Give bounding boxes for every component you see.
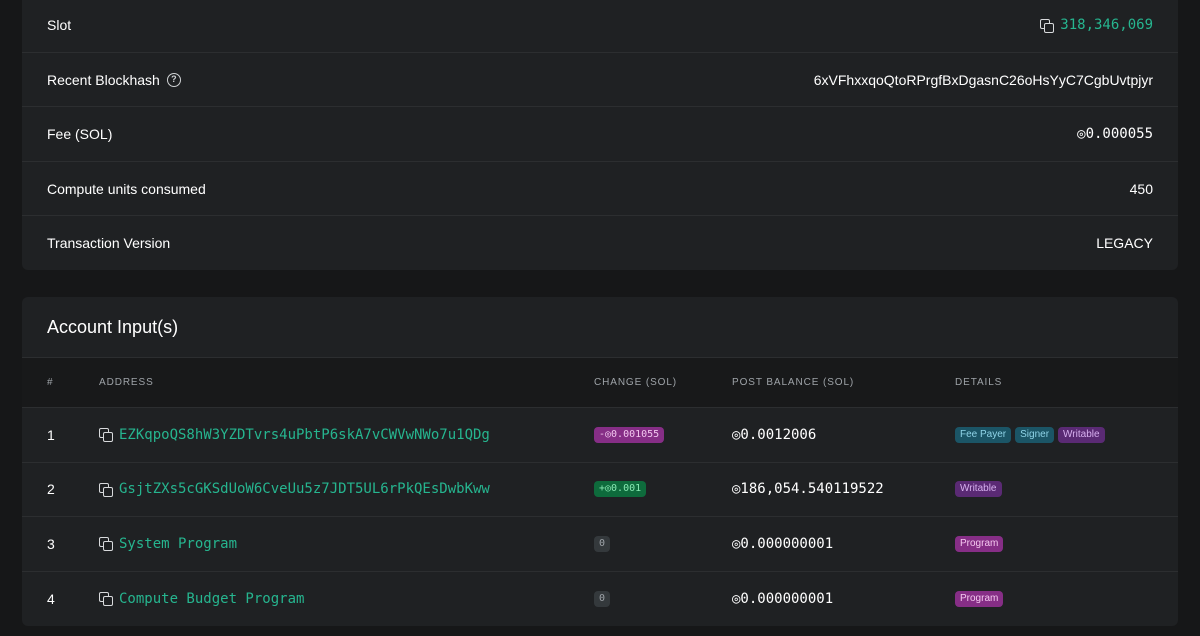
post-balance: ◎0.000000001: [732, 590, 834, 607]
col-details: DETAILS: [955, 377, 1003, 388]
fee-label: Fee (SOL): [47, 125, 113, 142]
copy-icon[interactable]: [99, 537, 113, 552]
compute-units-label: Compute units consumed: [47, 180, 206, 197]
copy-icon[interactable]: [99, 482, 113, 497]
col-post-balance: POST BALANCE (SOL): [732, 377, 855, 388]
copy-icon[interactable]: [1040, 18, 1055, 33]
address-link[interactable]: Compute Budget Program: [119, 591, 304, 607]
col-address: ADDRESS: [99, 377, 154, 388]
slot-link[interactable]: 318,346,069: [1060, 17, 1153, 33]
blockhash-label: Recent Blockhash ?: [47, 72, 181, 88]
blockhash-label-text: Recent Blockhash: [47, 71, 160, 88]
copy-icon[interactable]: [99, 428, 113, 443]
post-balance: ◎0.0012006: [732, 426, 817, 443]
table-row: 3 System Program 0 ◎0.000000001 Program: [22, 517, 1178, 572]
slot-label: Slot: [47, 17, 72, 33]
version-row: Transaction Version LEGACY: [22, 215, 1178, 269]
change-cell: 0: [594, 517, 611, 571]
address-link[interactable]: EZKqpoQS8hW3YZDTvrs4uPbtP6skA7vCWVwNWo7u…: [119, 427, 490, 443]
version-label: Transaction Version: [47, 234, 171, 251]
details-cell: Program: [955, 572, 1004, 627]
version-value: LEGACY: [1096, 234, 1153, 251]
writable-badge: Writable: [955, 481, 1002, 498]
fee-payer-badge: Fee Payer: [955, 426, 1012, 443]
change-badge: -◎0.001055: [594, 426, 665, 443]
change-badge: 0: [594, 535, 611, 552]
post-balance: ◎186,054.540119522: [732, 481, 884, 498]
account-inputs-card: Account Input(s) # ADDRESS CHANGE (SOL) …: [22, 297, 1178, 626]
blockhash-value: 6xVFhxxqoQtoRPrgfBxDgasnC26oHsYyC7CgbUvt…: [813, 71, 1153, 88]
help-icon[interactable]: ?: [166, 72, 181, 87]
row-number: 4: [47, 590, 55, 607]
slot-row: Slot 318,346,069: [22, 0, 1178, 52]
details-cell: Fee Payer Signer Writable: [955, 408, 1105, 462]
address-link[interactable]: GsjtZXs5cGKSdUoW6CveUu5z7JDT5UL6rPkQEsDw…: [119, 481, 490, 497]
address-link[interactable]: System Program: [119, 536, 237, 552]
slot-value: 318,346,069: [1040, 17, 1153, 33]
compute-units-value: 450: [1129, 180, 1153, 197]
table-row: 2 GsjtZXs5cGKSdUoW6CveUu5z7JDT5UL6rPkQEs…: [22, 463, 1178, 517]
blockhash-row: Recent Blockhash ? 6xVFhxxqoQtoRPrgfBxDg…: [22, 52, 1178, 106]
details-cell: Writable: [955, 463, 1002, 517]
col-number: #: [47, 377, 54, 388]
details-cell: Program: [955, 517, 1004, 571]
row-number: 1: [47, 426, 55, 443]
address-cell: Compute Budget Program: [99, 572, 304, 627]
address-cell: EZKqpoQS8hW3YZDTvrs4uPbtP6skA7vCWVwNWo7u…: [99, 408, 490, 462]
table-header: # ADDRESS CHANGE (SOL) POST BALANCE (SOL…: [22, 358, 1178, 408]
post-balance: ◎0.000000001: [732, 535, 834, 552]
account-inputs-title: Account Input(s): [22, 297, 1178, 358]
change-badge: +◎0.001: [594, 481, 647, 498]
program-badge: Program: [955, 535, 1004, 552]
change-cell: -◎0.001055: [594, 408, 665, 462]
compute-units-row: Compute units consumed 450: [22, 161, 1178, 215]
fee-value: ◎0.000055: [1077, 125, 1153, 142]
row-number: 3: [47, 535, 55, 552]
signer-badge: Signer: [1015, 426, 1055, 443]
table-row: 4 Compute Budget Program 0 ◎0.000000001 …: [22, 572, 1178, 627]
table-row: 1 EZKqpoQS8hW3YZDTvrs4uPbtP6skA7vCWVwNWo…: [22, 408, 1178, 463]
address-cell: System Program: [99, 517, 237, 571]
change-cell: 0: [594, 572, 611, 627]
col-change: CHANGE (SOL): [594, 377, 678, 388]
program-badge: Program: [955, 590, 1004, 607]
change-badge: 0: [594, 590, 611, 607]
row-number: 2: [47, 481, 55, 498]
transaction-details-card: Slot 318,346,069 Recent Blockhash ? 6xVF…: [22, 0, 1178, 270]
fee-row: Fee (SOL) ◎0.000055: [22, 106, 1178, 160]
writable-badge: Writable: [1058, 426, 1105, 443]
address-cell: GsjtZXs5cGKSdUoW6CveUu5z7JDT5UL6rPkQEsDw…: [99, 463, 490, 517]
copy-icon[interactable]: [99, 592, 113, 607]
change-cell: +◎0.001: [594, 463, 647, 517]
